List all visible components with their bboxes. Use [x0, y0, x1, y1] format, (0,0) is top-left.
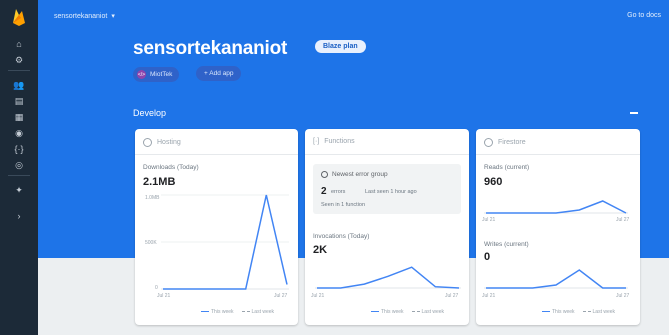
- error-count: 2: [321, 186, 327, 197]
- project-selector-label: sensortekananiot: [54, 12, 108, 20]
- x-tick-label: Jul 27: [616, 293, 630, 299]
- home-icon[interactable]: ⌂: [12, 38, 26, 50]
- functions-card[interactable]: [·] Functions Newest error group 2 error…: [305, 129, 469, 325]
- metric-value: 0: [484, 251, 491, 263]
- chart-legend: This week Last week: [371, 309, 444, 315]
- error-last-seen: Last seen 1 hour ago: [365, 189, 417, 195]
- reads-chart: [484, 200, 628, 214]
- database-icon[interactable]: ▤: [12, 95, 26, 107]
- series-line: [486, 269, 626, 289]
- legend-this-week: This week: [542, 309, 575, 315]
- metric-label: Writes (current): [484, 241, 529, 248]
- ml-icon[interactable]: ◎: [12, 159, 26, 171]
- metric-label: Invocations (Today): [313, 233, 370, 240]
- writes-chart: [484, 269, 628, 289]
- card-title: Hosting: [157, 139, 181, 146]
- extensions-icon[interactable]: ✦: [12, 184, 26, 196]
- legend-last-week: Last week: [412, 309, 445, 315]
- functions-icon[interactable]: {·}: [12, 143, 26, 155]
- chart-legend: This week Last week: [542, 309, 615, 315]
- x-tick-label: Jul 21: [482, 293, 496, 299]
- series-line: [486, 200, 627, 214]
- legend-this-week: This week: [371, 309, 404, 315]
- card-header: [·] Functions: [313, 138, 355, 145]
- left-nav-rail: ⌂ ⚙ 👥 ▤ ▦ ◉ {·} ◎ ✦ ›: [0, 0, 38, 335]
- users-icon[interactable]: 👥: [12, 79, 26, 91]
- x-tick-label: Jul 27: [445, 293, 459, 299]
- app-chip[interactable]: </> MiotTek: [133, 67, 180, 82]
- metric-value: 2K: [313, 244, 328, 256]
- chart-legend: This week Last week: [201, 309, 274, 315]
- section-title: Develop: [133, 108, 167, 118]
- card-header: Hosting: [143, 138, 181, 147]
- metric-label: Downloads (Today): [143, 164, 199, 171]
- x-tick-label: Jul 21: [157, 293, 171, 299]
- error-icon: [321, 171, 328, 178]
- chevron-down-icon: ▾: [111, 13, 115, 20]
- divider: [476, 154, 640, 155]
- error-count-label: errors: [331, 189, 346, 195]
- app-chip-label: MiotTek: [150, 71, 173, 78]
- firestore-icon: [484, 138, 493, 147]
- expand-chevron-icon[interactable]: ›: [12, 210, 26, 222]
- x-tick-label: Jul 27: [274, 293, 288, 299]
- y-tick-label: 0: [155, 285, 158, 291]
- hosting-icon[interactable]: ◉: [12, 127, 26, 139]
- globe-icon: [143, 138, 152, 147]
- card-title: Functions: [324, 138, 355, 145]
- error-group-title: Newest error group: [321, 171, 388, 178]
- functions-chart: [315, 266, 461, 289]
- metric-value: 960: [484, 176, 503, 188]
- hosting-card[interactable]: Hosting Downloads (Today) 2.1MB 1.0MB 50…: [135, 129, 298, 325]
- card-header: Firestore: [484, 138, 526, 147]
- plan-badge[interactable]: Blaze plan: [315, 40, 366, 53]
- console-page: ⌂ ⚙ 👥 ▤ ▦ ◉ {·} ◎ ✦ › sensortekananiot ▾…: [0, 0, 669, 335]
- metric-value: 2.1MB: [143, 176, 176, 188]
- rail-divider: [8, 175, 30, 176]
- hosting-chart: [161, 194, 289, 290]
- x-tick-label: Jul 21: [482, 217, 496, 223]
- rail-divider: [8, 70, 30, 71]
- divider: [135, 154, 298, 155]
- braces-icon: [·]: [313, 138, 320, 145]
- docs-link[interactable]: Go to docs: [627, 12, 661, 19]
- y-tick-label: 1.0MB: [145, 195, 160, 201]
- project-selector[interactable]: sensortekananiot ▾: [54, 12, 115, 21]
- legend-this-week: This week: [201, 309, 234, 315]
- legend-last-week: Last week: [242, 309, 275, 315]
- web-app-icon: </>: [137, 70, 146, 79]
- storage-icon[interactable]: ▦: [12, 111, 26, 123]
- settings-icon[interactable]: ⚙: [12, 54, 26, 66]
- legend-last-week: Last week: [583, 309, 616, 315]
- firestore-card[interactable]: Firestore Reads (current) 960 Jul 21 Jul…: [476, 129, 640, 325]
- firebase-logo-icon[interactable]: [11, 8, 27, 26]
- error-group-title-text: Newest error group: [332, 171, 388, 178]
- x-tick-label: Jul 21: [311, 293, 325, 299]
- collapse-icon[interactable]: [630, 112, 638, 114]
- metric-label: Reads (current): [484, 164, 530, 171]
- series-line: [317, 266, 460, 289]
- y-tick-label: 500K: [145, 240, 157, 246]
- x-tick-label: Jul 27: [616, 217, 630, 223]
- error-group-box[interactable]: Newest error group 2 errors Last seen 1 …: [313, 164, 461, 214]
- divider: [305, 154, 469, 155]
- add-app-button[interactable]: + Add app: [196, 66, 242, 81]
- page-title: sensortekananiot: [133, 38, 288, 59]
- card-title: Firestore: [498, 139, 526, 146]
- error-seen-in: Seen in 1 function: [321, 202, 366, 208]
